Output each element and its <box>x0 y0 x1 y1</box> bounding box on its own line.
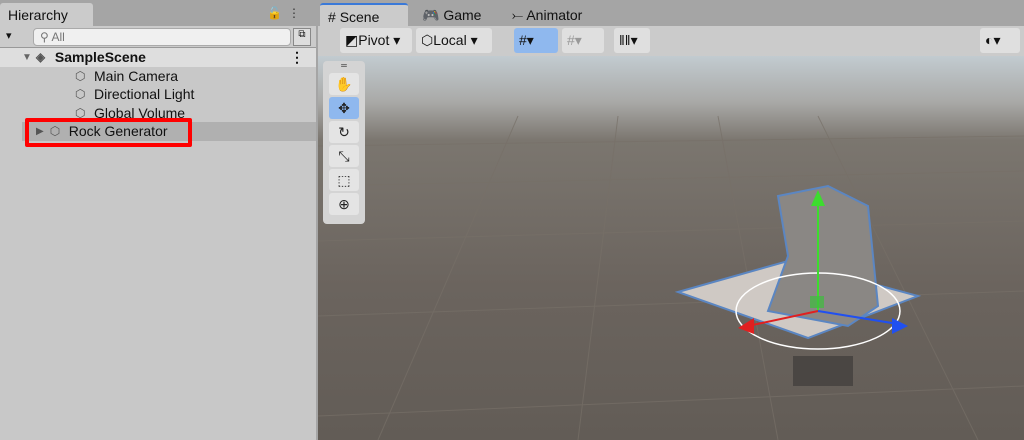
rock-base <box>793 356 853 386</box>
scale-tool-icon[interactable]: ⤡ <box>329 145 359 167</box>
hierarchy-search-bar: ▾ ⚲ All ⧉ <box>0 26 316 48</box>
hierarchy-panel: Hierarchy 🔓⋮ ▾ ⚲ All ⧉ ▼ ◈ SampleScene ⋮ ⬡ M… <box>0 0 316 440</box>
list-item[interactable]: ⬡ Directional Light <box>22 85 316 104</box>
move-tool-icon[interactable]: ✥ <box>329 97 359 119</box>
rect-tool-icon[interactable]: ⬚ <box>329 169 359 191</box>
toggle-tools-button[interactable]: ‖‖▾ <box>614 28 650 53</box>
tab-game[interactable]: 🎮 Game <box>414 3 489 26</box>
scene-panel: # Scene 🎮 Game ⤚ Animator ◩Pivot ▾ ⬡Loca… <box>318 0 1024 440</box>
gameobject-icon: ⬡ <box>75 68 86 83</box>
tab-label: Animator <box>526 7 583 23</box>
scene-name: SampleScene <box>54 49 146 66</box>
search-input[interactable]: ⚲ All <box>33 28 291 46</box>
add-dropdown-icon[interactable]: ▾ <box>6 29 12 42</box>
lock-menu-icons[interactable]: 🔓⋮ <box>267 6 306 20</box>
tab-animator[interactable]: ⤚ Animator <box>504 3 590 26</box>
tools-overlay: ═ ✋ ✥ ↻ ⤡ ⬚ ⊕ <box>323 61 365 224</box>
grid-snap-button[interactable]: #▾ <box>514 28 558 53</box>
scene-viewport[interactable]: ═ ✋ ✥ ↻ ⤡ ⬚ ⊕ <box>318 56 1024 440</box>
tab-scene[interactable]: # Scene <box>320 3 408 26</box>
unity-scene-icon: ◈ <box>35 50 46 65</box>
expand-arrow-icon[interactable]: ▼ <box>22 52 32 63</box>
item-label: Directional Light <box>94 86 195 103</box>
hand-tool-icon[interactable]: ✋ <box>329 73 359 95</box>
scene-visibility-icon[interactable]: ⧉ <box>293 28 311 46</box>
tab-label: Game <box>443 7 482 23</box>
pivot-label: Pivot <box>358 32 390 48</box>
shading-mode-dropdown[interactable]: ◐▾ <box>980 28 1020 53</box>
scene-row[interactable]: ▼ ◈ SampleScene ⋮ <box>0 48 316 67</box>
list-item[interactable]: ⬡ Main Camera <box>22 66 316 85</box>
pivot-dropdown[interactable]: ◩Pivot ▾ <box>340 28 412 53</box>
local-dropdown[interactable]: ⬡Local ▾ <box>416 28 492 53</box>
scene-render <box>318 115 1024 440</box>
transform-tool-icon[interactable]: ⊕ <box>329 193 359 215</box>
gameobject-icon: ⬡ <box>75 87 86 102</box>
drag-handle-icon[interactable]: ═ <box>323 61 365 71</box>
scene-menu-icon[interactable]: ⋮ <box>290 49 304 66</box>
tab-label: Scene <box>339 9 380 25</box>
highlight-box <box>25 118 192 147</box>
increment-snap-button[interactable]: #▾ <box>562 28 604 53</box>
hierarchy-tabbar: Hierarchy 🔓⋮ <box>0 0 316 26</box>
search-placeholder: All <box>51 30 65 44</box>
local-label: Local <box>433 32 467 48</box>
item-label: Main Camera <box>94 67 179 84</box>
rotate-tool-icon[interactable]: ↻ <box>329 121 359 143</box>
tab-hierarchy[interactable]: Hierarchy <box>0 3 93 26</box>
